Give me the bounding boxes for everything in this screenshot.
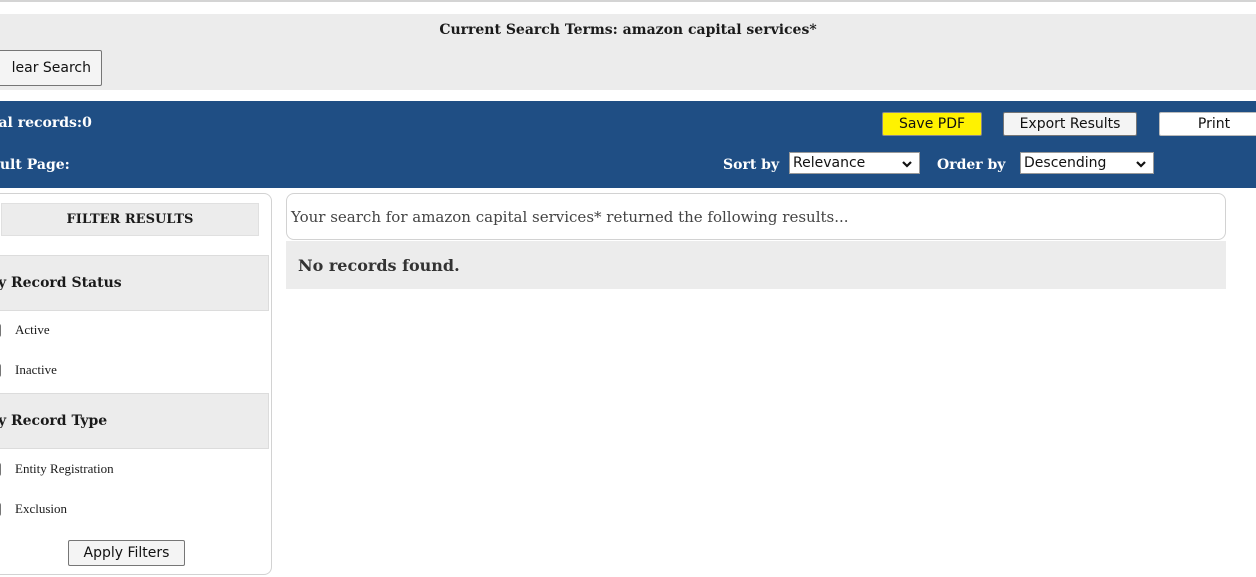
top-divider [0, 0, 1256, 2]
order-by-value: Descending [1024, 155, 1107, 171]
chevron-down-icon [902, 161, 912, 168]
sort-by-value: Relevance [793, 155, 866, 171]
entity-registration-checkbox[interactable] [0, 462, 1, 476]
order-by-select[interactable]: Descending [1020, 152, 1154, 174]
filter-option-label: Inactive [15, 362, 57, 377]
filter-option-entity-registration[interactable]: Entity Registration [0, 459, 114, 479]
save-pdf-button[interactable]: Save PDF [882, 112, 982, 136]
search-header: Current Search Terms: amazon capital ser… [0, 14, 1256, 90]
record-type-heading: y Record Type [0, 393, 269, 449]
results-summary: Your search for amazon capital services*… [286, 193, 1226, 240]
export-results-button[interactable]: Export Results [1003, 112, 1137, 136]
print-button[interactable]: Print [1159, 112, 1256, 136]
chevron-down-icon [1136, 161, 1146, 168]
exclusion-checkbox[interactable] [0, 502, 1, 516]
filter-option-exclusion[interactable]: Exclusion [0, 499, 67, 519]
order-by-label: Order by [937, 157, 1006, 173]
inactive-checkbox[interactable] [0, 363, 1, 377]
clear-search-button[interactable]: lear Search [0, 50, 102, 86]
filter-option-label: Active [15, 322, 50, 337]
sort-by-select[interactable]: Relevance [789, 152, 920, 174]
active-checkbox[interactable] [0, 323, 1, 337]
filter-option-label: Exclusion [15, 501, 67, 516]
results-toolbar: tal records:0 sult Page: Save PDF Export… [0, 101, 1256, 188]
result-page-label: sult Page: [0, 157, 70, 173]
filter-option-label: Entity Registration [15, 461, 114, 476]
total-records: tal records:0 [0, 115, 92, 131]
filter-option-active[interactable]: Active [0, 320, 50, 340]
sort-by-label: Sort by [723, 157, 780, 173]
apply-filters-button[interactable]: Apply Filters [68, 540, 185, 566]
current-search-terms: Current Search Terms: amazon capital ser… [439, 22, 817, 38]
no-records-message: No records found. [286, 241, 1226, 289]
record-status-heading: y Record Status [0, 255, 269, 311]
filter-results-title: FILTER RESULTS [1, 203, 259, 236]
filter-panel: FILTER RESULTS y Record Status Active In… [0, 193, 272, 575]
filter-option-inactive[interactable]: Inactive [0, 360, 57, 380]
